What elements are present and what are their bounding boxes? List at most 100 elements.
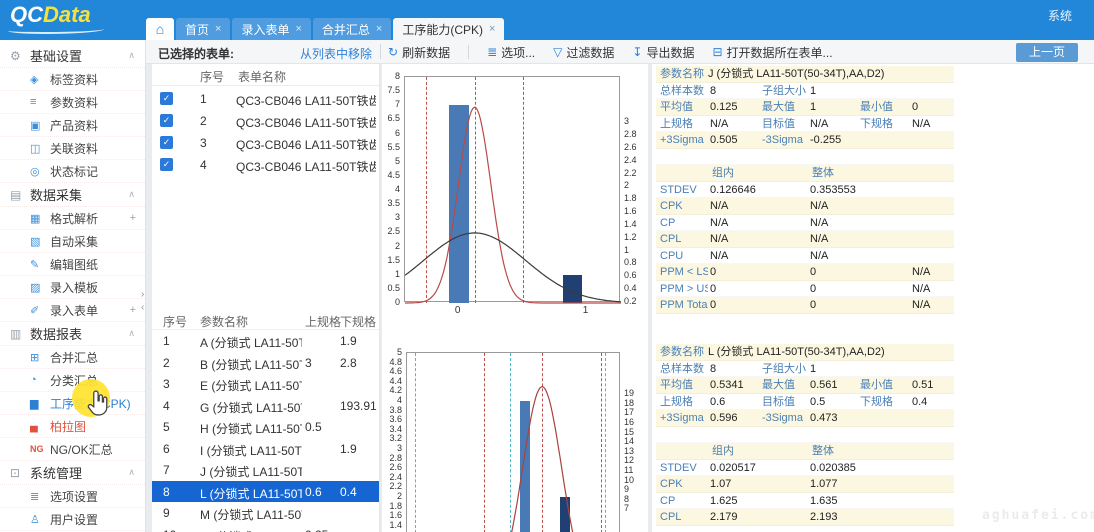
tab-合并汇总[interactable]: 合并汇总×	[313, 18, 391, 40]
sidebar-section-basic-settings[interactable]: ⚙基础设置∧	[0, 44, 145, 68]
sidebar-item-edit-drawing[interactable]: ✎编辑图纸	[0, 253, 145, 276]
param-row-2[interactable]: 2B (分锁式 LA11-50T(50-3...32.8	[152, 352, 380, 374]
form-row-1[interactable]: ✓1QC3-CB046 LA11-50T铁齿片冲压加工-巡检2...	[152, 88, 380, 110]
sidebar-item-label: NG/OK汇总	[50, 441, 113, 458]
stats-value: 1.07	[708, 476, 758, 493]
system-menu[interactable]: 系统	[1048, 7, 1072, 24]
sidebar-item-entry-template[interactable]: ▨录入模板	[0, 276, 145, 299]
sidebar-item-merge-summary[interactable]: ⊞合并汇总	[0, 346, 145, 369]
toolbar-button-label: 过滤数据	[566, 44, 614, 61]
tab-close-icon[interactable]: ×	[215, 23, 221, 35]
toolbar-button-2[interactable]: ≣选项...	[487, 44, 535, 61]
chevron-up-icon[interactable]: ∧	[128, 189, 135, 200]
expand-plus-icon[interactable]: +	[130, 212, 136, 224]
stats-label	[856, 132, 910, 149]
previous-page-button[interactable]: 上一页	[1016, 43, 1078, 62]
param-row-9[interactable]: 9M (分锁式 LA11-50T(50-3...	[152, 502, 380, 524]
sidebar-item-label: 用户设置	[50, 511, 98, 528]
sidebar-item-product-data[interactable]: ▣产品资料	[0, 114, 145, 137]
sidebar-section-data-report[interactable]: ▥数据报表∧	[0, 322, 145, 346]
form-row-4[interactable]: ✓4QC3-CB046 LA11-50T铁齿片冲压加工-巡检2...	[152, 154, 380, 176]
tab-close-icon[interactable]: ×	[489, 23, 495, 35]
param-row-7[interactable]: 7J (分锁式 LA11-50T(50-34...	[152, 459, 380, 481]
y-axis-tick: 3.4	[384, 424, 402, 434]
chevron-up-icon[interactable]: ∧	[128, 328, 135, 339]
param-name: M (分锁式 LA11-50T(50-3...	[200, 506, 302, 523]
remove-from-list-link[interactable]: 从列表中移除	[300, 45, 372, 62]
y2-axis-tick: 2.4	[624, 155, 637, 165]
ng-ok-summary-icon: NG	[30, 444, 47, 454]
stats-row: 平均值0.125最大值1最小值0	[656, 99, 954, 116]
param-row-8[interactable]: 8L (分锁式 LA11-50T(50-34...0.60.4	[152, 481, 380, 503]
home-tab[interactable]: ⌂	[146, 18, 174, 40]
sidebar-item-relation-data[interactable]: ◫关联资料	[0, 137, 145, 160]
toolbar-button-3[interactable]: ▽过滤数据	[553, 44, 614, 61]
stats-label: -3Sigma	[758, 132, 808, 149]
checkbox-checked[interactable]: ✓	[160, 158, 173, 171]
form-name: QC3-CB046 LA11-50T铁齿片冲压加工-巡检2...	[236, 136, 376, 153]
stats-value: 0.020517	[708, 460, 758, 477]
y2-axis-tick: 19	[624, 388, 634, 398]
sidebar-item-tag-data[interactable]: ◈标签资料	[0, 68, 145, 91]
sidebar-item-option-settings[interactable]: ≣选项设置	[0, 485, 145, 508]
sidebar-item-parameter-data[interactable]: ≡参数资料	[0, 91, 145, 114]
sidebar-item-category-summary[interactable]: ◔分类汇总	[0, 369, 145, 392]
y2-axis-tick: 16	[624, 417, 634, 427]
y-axis-tick: 4	[384, 395, 402, 405]
sidebar-item-entry-form[interactable]: ✐录入表单+	[0, 299, 145, 322]
stats-value	[910, 493, 954, 510]
stats-label	[656, 443, 708, 459]
stats-value: 0.5341	[708, 377, 758, 394]
chevron-up-icon[interactable]: ∧	[128, 50, 135, 61]
param-row-4[interactable]: 4G (分锁式 LA11-50T(50-3...193.91	[152, 395, 380, 417]
tab-工序能力(CPK)[interactable]: 工序能力(CPK)×	[393, 18, 504, 40]
toolbar-button-4[interactable]: ↧导出数据	[632, 44, 694, 61]
stats-label: -3Sigma	[758, 410, 808, 427]
tab-录入表单[interactable]: 录入表单×	[232, 18, 310, 40]
sidebar-item-user-settings[interactable]: ♙用户设置	[0, 508, 145, 531]
sidebar-section-data-collection[interactable]: ▤数据采集∧	[0, 183, 145, 207]
expand-plus-icon[interactable]: +	[130, 304, 136, 316]
sidebar-item-label: 状态标记	[50, 163, 98, 180]
checkbox-checked[interactable]: ✓	[160, 114, 173, 127]
checkbox-checked[interactable]: ✓	[160, 136, 173, 149]
form-row-2[interactable]: ✓2QC3-CB046 LA11-50T铁齿片冲压加工-巡检2...	[152, 110, 380, 132]
stats-value: N/A	[808, 198, 856, 215]
y-axis-tick: 2.6	[384, 462, 402, 472]
y2-axis-tick: 14	[624, 436, 634, 446]
param-name: O (分锁式 LA11-50T(50-3...	[200, 528, 302, 532]
param-row-6[interactable]: 6I (分锁式 LA11-50T(50-34...1.9	[152, 438, 380, 460]
sidebar-item-label: 格式解析	[50, 210, 98, 227]
param-row-10[interactable]: 10O (分锁式 LA11-50T(50-3...0.25	[152, 524, 380, 532]
sidebar-item-auto-collect[interactable]: ▧自动采集	[0, 230, 145, 253]
param-lsl: 1.9	[340, 442, 357, 456]
sidebar-item-ng-ok-summary[interactable]: NGNG/OK汇总	[0, 438, 145, 461]
toolbar-button-1[interactable]: ↻刷新数据	[388, 44, 450, 61]
section-label: 系统管理	[30, 463, 82, 482]
sidebar-item-format-parse[interactable]: ▦格式解析+	[0, 207, 145, 230]
sidebar-item-label: 产品资料	[50, 117, 98, 134]
stats-label	[758, 281, 808, 298]
form-row-3[interactable]: ✓3QC3-CB046 LA11-50T铁齿片冲压加工-巡检2...	[152, 132, 380, 154]
sidebar-item-pareto-chart[interactable]: ▄柏拉图	[0, 415, 145, 438]
sidebar-item-label: 录入表单	[50, 302, 98, 319]
y-axis-tick: 2.2	[384, 481, 402, 491]
stats-label: +3Sigma	[656, 132, 708, 149]
toolbar-button-5[interactable]: ⊟打开数据所在表单...	[712, 44, 832, 61]
stats-value: 0.505	[708, 132, 758, 149]
param-row-3[interactable]: 3E (分锁式 LA11-50T(50-3...	[152, 373, 380, 395]
stats-label: 上规格	[656, 394, 708, 411]
sidebar-item-status-mark[interactable]: ◎状态标记	[0, 160, 145, 183]
param-name: I (分锁式 LA11-50T(50-34...	[200, 442, 302, 459]
tab-首页[interactable]: 首页×	[176, 18, 230, 40]
sidebar-section-system-management[interactable]: ⊡系统管理∧	[0, 461, 145, 485]
checkbox-checked[interactable]: ✓	[160, 92, 173, 105]
stats-value: 组内	[708, 443, 758, 459]
param-row-5[interactable]: 5H (分锁式 LA11-50T(50-3...0.5	[152, 416, 380, 438]
param-usl: 0.6	[305, 485, 322, 499]
stats-label	[856, 460, 910, 477]
tab-close-icon[interactable]: ×	[376, 23, 382, 35]
tab-close-icon[interactable]: ×	[295, 23, 301, 35]
chevron-up-icon[interactable]: ∧	[128, 467, 135, 478]
param-row-1[interactable]: 1A (分锁式 LA11-50T(50-3...1.9	[152, 330, 380, 352]
